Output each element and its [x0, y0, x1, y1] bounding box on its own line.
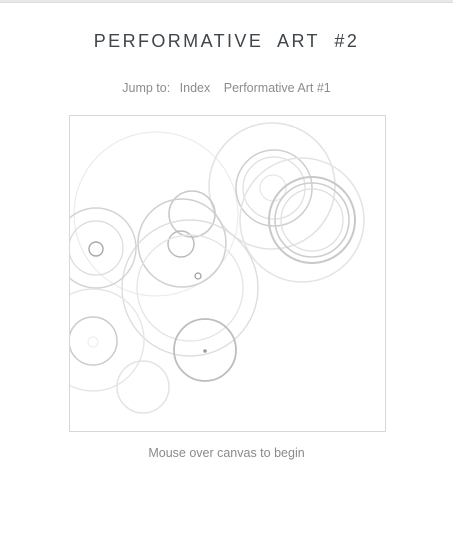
page-title: PERFORMATIVE ART #2 [93, 31, 360, 51]
art-ring [194, 272, 202, 280]
art-ring [280, 188, 344, 252]
art-ring [73, 131, 239, 297]
art-ring [235, 149, 313, 227]
art-ring [70, 316, 118, 366]
art-ring [168, 190, 216, 238]
art-ring [242, 156, 306, 220]
art-ring [87, 336, 99, 348]
jump-link-index[interactable]: Index [180, 81, 211, 95]
art-canvas[interactable] [69, 115, 386, 432]
top-rule [0, 0, 453, 3]
circle-art [70, 122, 365, 414]
jump-nav: Jump to: Index Performative Art #1 [0, 81, 453, 95]
jump-label: Jump to: [122, 81, 171, 95]
status-text: Mouse over canvas to begin [148, 446, 305, 460]
jump-link-performative-art-1[interactable]: Performative Art #1 [224, 81, 331, 95]
art-ring [208, 122, 336, 250]
art-ring [239, 157, 365, 283]
page: PERFORMATIVE ART #2 Jump to: Index Perfo… [0, 0, 453, 558]
art-ring [70, 220, 124, 276]
art-dot [203, 349, 207, 353]
art-ring [116, 360, 170, 414]
art-ring [137, 198, 227, 288]
art-ring [88, 241, 104, 257]
art-ring [70, 288, 145, 392]
